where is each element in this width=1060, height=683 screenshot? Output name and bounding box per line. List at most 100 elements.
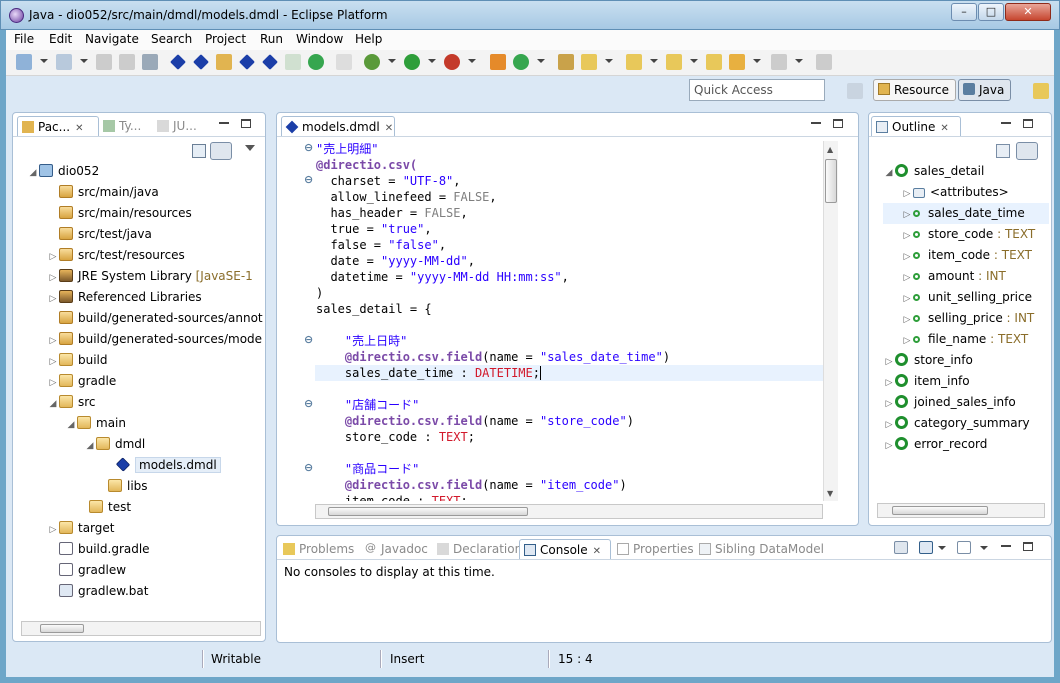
chevron-down-icon[interactable] [795,59,803,63]
tree-item[interactable]: ▷ src/test/resources [27,245,263,266]
minimize-icon[interactable] [219,119,229,124]
pin-editor-icon[interactable] [816,54,832,70]
tree-item[interactable]: libs [27,476,263,497]
close-icon[interactable]: ✕ [385,123,393,134]
tree-item[interactable]: ▷ gradle [27,371,263,392]
outline-item[interactable]: ▷ category_summary [883,413,1049,434]
collapsed-icon[interactable]: ▷ [901,331,913,352]
chevron-down-icon[interactable] [650,59,658,63]
collapsed-icon[interactable]: ▷ [883,373,895,394]
debug-icon[interactable] [364,54,380,70]
quick-access-input[interactable]: Quick Access [689,79,825,101]
new-java-class-icon[interactable] [513,54,529,70]
back-icon[interactable] [729,54,745,70]
collapsed-icon[interactable]: ▷ [883,352,895,373]
new-class-icon[interactable] [490,54,506,70]
chevron-down-icon[interactable] [468,59,476,63]
tab-type-hierarchy[interactable]: Ty... [99,116,153,136]
maximize-icon[interactable] [241,119,251,128]
chevron-down-icon[interactable] [938,546,946,550]
outline-item[interactable]: ▷ error_record [883,434,1049,455]
tab-outline[interactable]: Outline ✕ [871,116,961,136]
sort-icon[interactable] [996,144,1010,158]
outline-hscrollbar[interactable] [877,503,1045,518]
outline-item[interactable]: ▷ item_code : TEXT [883,245,1049,266]
collapsed-icon[interactable]: ▷ [883,436,895,457]
tab-package-explorer[interactable]: Pac... ✕ [17,116,99,136]
outline-item[interactable]: ▷ amount : INT [883,266,1049,287]
minimize-button[interactable]: – [951,3,977,21]
expanded-icon[interactable]: ◢ [27,163,39,184]
prev-annotation-icon[interactable] [666,54,682,70]
scroll-thumb[interactable] [892,506,988,515]
close-icon[interactable]: ✕ [940,123,948,134]
forward-icon[interactable] [771,54,787,70]
chevron-down-icon[interactable] [753,59,761,63]
code-area[interactable]: ⊖ ⊖ ⊖ ⊖ ⊖ "売上明細" @directio.csv( charset … [297,139,823,501]
tree-item-selected[interactable]: models.dmdl [27,455,263,476]
tab-declaration[interactable]: Declaration [433,539,528,559]
last-edit-icon[interactable] [706,54,722,70]
tree-item[interactable]: ▷ JRE System Library [JavaSE-1 [27,266,263,287]
tree-item[interactable]: ▷ build/generated-sources/mode [27,329,263,350]
minimize-icon[interactable] [811,119,821,124]
tab-javadoc[interactable]: @ Javadoc [361,539,434,559]
collapsed-icon[interactable]: ▷ [901,289,913,310]
external-tools-icon[interactable] [444,54,460,70]
outline-item[interactable]: ▷ store_code : TEXT [883,224,1049,245]
tree-item[interactable]: build.gradle [27,539,263,560]
menu-file[interactable]: File [14,32,34,46]
expanded-icon[interactable]: ◢ [84,436,96,457]
minimize-icon[interactable] [1001,542,1011,547]
scroll-thumb[interactable] [328,507,528,516]
chevron-down-icon[interactable] [537,59,545,63]
tree-item[interactable]: ◢ dmdl [27,434,263,455]
chevron-down-icon[interactable] [605,59,613,63]
tab-problems[interactable]: Problems [279,539,360,559]
collapsed-icon[interactable]: ▷ [47,268,59,289]
maximize-icon[interactable] [833,119,843,128]
scroll-down-icon[interactable]: ▼ [827,489,833,498]
collapsed-icon[interactable]: ▷ [47,289,59,310]
tree-item[interactable]: ◢ main [27,413,263,434]
expanded-icon[interactable]: ◢ [47,394,59,415]
tree-item[interactable]: src/main/resources [27,203,263,224]
tree-item[interactable]: build/generated-sources/annot [27,308,263,329]
outline-item[interactable]: ▷ joined_sales_info [883,392,1049,413]
at-icon[interactable] [285,54,301,70]
open-console-icon[interactable] [957,541,971,554]
fold-marker-icon[interactable]: ⊖ [304,333,313,346]
collapsed-icon[interactable]: ▷ [883,394,895,415]
outline-item[interactable]: ▷ unit_selling_price [883,287,1049,308]
open-type-icon[interactable] [558,54,574,70]
expanded-icon[interactable]: ◢ [883,163,895,184]
save-icon[interactable] [96,54,112,70]
menu-edit[interactable]: Edit [49,32,72,46]
new-package-icon[interactable] [56,54,72,70]
collapsed-icon[interactable]: ▷ [47,352,59,373]
collapsed-icon[interactable]: ▷ [901,268,913,289]
outline-item[interactable]: ▷ store_info [883,350,1049,371]
close-icon[interactable]: ✕ [75,123,83,134]
scroll-thumb[interactable] [825,159,837,203]
collapsed-icon[interactable]: ▷ [901,247,913,268]
chevron-down-icon[interactable] [40,59,48,63]
outline-item[interactable]: ▷ item_info [883,371,1049,392]
skip-breakpoints-icon[interactable] [336,54,352,70]
link-editor-icon[interactable] [1016,142,1038,160]
close-icon[interactable]: ✕ [593,546,601,557]
collapsed-icon[interactable]: ▷ [883,415,895,436]
minimize-icon[interactable] [1001,119,1011,124]
chevron-down-icon[interactable] [980,546,988,550]
perspective-resource[interactable]: Resource [873,79,957,101]
tree-item[interactable]: ◢ src [27,392,263,413]
display-console-icon[interactable] [919,541,933,554]
run-icon[interactable] [404,54,420,70]
tree-item[interactable]: test [27,497,263,518]
link-editor-icon[interactable] [210,142,232,160]
menu-project[interactable]: Project [205,32,246,46]
print-icon[interactable] [142,54,158,70]
maximize-button[interactable]: □ [978,3,1004,21]
tree-item[interactable]: ▷ Referenced Libraries [27,287,263,308]
collapsed-icon[interactable]: ▷ [47,373,59,394]
